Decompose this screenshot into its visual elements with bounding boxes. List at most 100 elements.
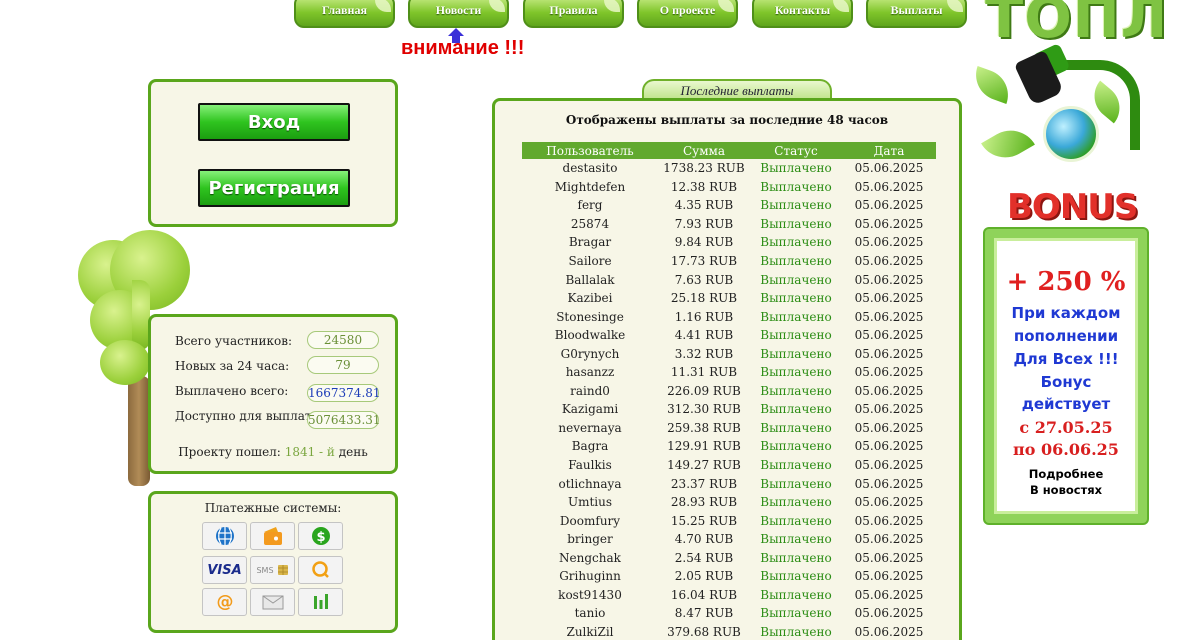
cell-amount: 4.41 RUB [674,328,734,343]
cell-status: Выплачено [760,272,832,287]
cell-status: Выплачено [760,179,832,194]
stat-new-24h: Новых за 24 часа: 79 [175,356,385,376]
envelope-icon[interactable] [250,588,295,616]
svg-text:@: @ [216,592,233,612]
table-row: Sailore 17.73 RUB Выплачено 05.06.2025 [522,252,936,271]
promo-percent: + 250 % [1006,267,1126,297]
nav-label: Контакты [774,3,831,17]
nav-rules[interactable]: Правила [523,0,624,28]
table-row: G0rynych 3.32 RUB Выплачено 05.06.2025 [522,344,936,363]
cell-amount: 8.47 RUB [674,606,734,621]
cell-user: G0rynych [560,346,620,361]
cell-date: 05.06.2025 [854,216,924,231]
cell-status: Выплачено [760,161,832,176]
nav-home[interactable]: Главная [294,0,395,28]
cell-amount: 11.31 RUB [670,365,738,380]
stat-value: 5076433.31 [307,411,381,429]
nav-contacts[interactable]: Контакты [752,0,853,28]
stats-panel: Всего участников: 24580 Новых за 24 часа… [148,314,398,474]
table-row: Stonesinge 1.16 RUB Выплачено 05.06.2025 [522,307,936,326]
cell-status: Выплачено [760,309,832,324]
login-button[interactable]: Вход [198,103,350,141]
yandex-money-icon[interactable] [250,522,295,550]
promo-text: Для Всех !!! [1013,350,1119,368]
promo-date-to: по 06.06.25 [1013,440,1119,459]
cell-date: 05.06.2025 [854,532,924,547]
cell-user: Sailore [568,254,612,268]
cell-amount: 17.73 RUB [670,254,738,268]
cell-user: Kazibei [567,291,613,306]
cell-amount: 312.30 RUB [667,402,741,417]
cell-date: 05.06.2025 [854,254,924,268]
table-row: ZulkiZil 379.68 RUB Выплачено 05.06.2025 [522,623,936,640]
webmoney-icon[interactable] [202,522,247,550]
payment-systems-panel: Платежные системы: $ VISA SMS @ [148,491,398,633]
promo-banner[interactable]: + 250 % При каждом пополнении Для Всех !… [985,229,1147,523]
cell-amount: 226.09 RUB [667,383,741,398]
column-header: Статус [750,142,842,159]
leaf-icon [718,0,734,12]
cell-amount: 25.18 RUB [670,291,738,306]
cell-status: Выплачено [760,383,832,398]
dollar-icon[interactable]: $ [298,522,343,550]
stat-available: Доступно для выплат: 5076433.31 [175,406,385,429]
project-age-suffix: день [338,445,368,459]
column-header: Сумма [658,142,750,159]
auth-panel: Вход Регистрация [148,79,398,227]
sms-label: SMS [256,565,274,575]
cell-user: ZulkiZil [566,624,614,639]
cell-amount: 2.05 RUB [674,569,734,584]
table-row: Kazibei 25.18 RUB Выплачено 05.06.2025 [522,289,936,308]
register-button[interactable]: Регистрация [198,169,350,207]
stat-value: 79 [307,356,379,374]
stat-total-participants: Всего участников: 24580 [175,331,385,351]
visa-icon[interactable]: VISA [202,556,247,584]
cell-status: Выплачено [760,346,832,361]
cell-date: 05.06.2025 [854,291,924,306]
attention-notice[interactable]: внимание !!! [401,37,524,60]
leaf-decoration [968,65,1016,105]
promo-text: Бонус [1040,373,1092,391]
nav-payouts[interactable]: Выплаты [866,0,967,28]
table-row: raind0 226.09 RUB Выплачено 05.06.2025 [522,382,936,401]
cell-status: Выплачено [760,420,832,435]
cell-user: bringer [567,532,613,547]
bars-icon[interactable] [298,588,343,616]
leaf-icon [833,0,849,12]
project-age-prefix: Проекту пошел: [178,445,281,459]
column-header: Пользователь [522,142,658,159]
cell-status: Выплачено [760,569,832,584]
table-row: kost91430 16.04 RUB Выплачено 05.06.2025 [522,586,936,605]
payouts-heading: Отображены выплаты за последние 48 часов [565,113,889,127]
sms-icon[interactable]: SMS [250,556,295,584]
table-row: Faulkis 149.27 RUB Выплачено 05.06.2025 [522,456,936,475]
project-age: Проекту пошел: 1841 - й день [151,445,395,459]
nav-label: Выплаты [890,3,943,17]
cell-date: 05.06.2025 [854,606,924,621]
at-icon[interactable]: @ [202,588,247,616]
stat-paid-total: Выплачено всего: 1667374.81 [175,381,385,402]
stat-value: 1667374.81 [307,384,381,402]
leaf-icon [947,0,963,12]
cell-date: 05.06.2025 [854,624,924,639]
cell-user: hasanzz [565,365,615,380]
site-logo[interactable]: ТОПЛ [985,0,1168,51]
cell-status: Выплачено [760,291,832,306]
cell-date: 05.06.2025 [854,569,924,584]
cell-date: 05.06.2025 [854,587,924,602]
cell-date: 05.06.2025 [854,550,924,565]
leaf-icon [604,0,620,12]
table-row: destasito 1738.23 RUB Выплачено 05.06.2025 [522,159,936,178]
cell-status: Выплачено [760,550,832,565]
nav-news[interactable]: Новости [408,0,509,28]
nav-about[interactable]: О проекте [637,0,738,28]
leaf-icon [489,0,505,12]
cell-user: tanio [574,606,606,621]
cell-amount: 259.38 RUB [667,420,741,435]
qiwi-icon[interactable] [298,556,343,584]
cell-user: Umtius [567,495,613,510]
payouts-rows: destasito 1738.23 RUB Выплачено 05.06.2025 M… [522,159,936,640]
tree-trunk [128,376,150,486]
cell-amount: 379.68 RUB [667,624,741,639]
table-row: Grihuginn 2.05 RUB Выплачено 05.06.2025 [522,567,936,586]
